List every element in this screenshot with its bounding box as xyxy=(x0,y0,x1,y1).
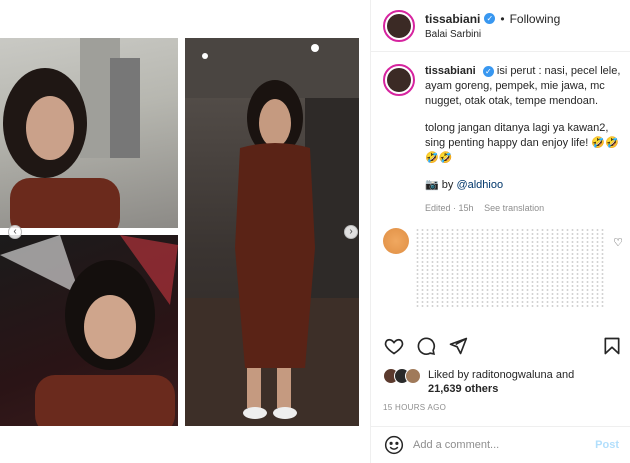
caption: tissabiani ✓ isi perut : nasi, pecel lel… xyxy=(383,64,623,216)
chevron-right-icon[interactable]: › xyxy=(344,225,358,239)
photo-full-body xyxy=(185,38,359,426)
likes-count-link[interactable]: 21,639 others xyxy=(428,383,498,395)
comment-icon[interactable] xyxy=(415,335,437,357)
comment-input[interactable] xyxy=(413,439,596,451)
verified-badge-icon: ✓ xyxy=(482,66,494,77)
photo-bottom-left xyxy=(0,235,178,426)
credit-mention-link[interactable]: @aldhioo xyxy=(456,179,503,191)
chevron-left-icon[interactable]: ‹ xyxy=(8,225,22,239)
post-timestamp: 15 HOURS AGO xyxy=(383,403,447,412)
comment-item: ♡ xyxy=(383,228,623,320)
liked-by-user-link[interactable]: raditonogwaluna and xyxy=(472,369,574,381)
share-icon[interactable] xyxy=(447,335,469,357)
add-comment-bar: Post xyxy=(371,426,630,463)
post-media[interactable]: ‹ › xyxy=(0,0,370,463)
caption-text-2: tolong jangan ditanya lagi ya kawan2, si… xyxy=(425,122,619,164)
liker-avatars[interactable] xyxy=(383,368,421,384)
likes-summary: Liked by raditonogwaluna and 21,639 othe… xyxy=(383,368,623,396)
caption-meta: Edited · 15h See translation xyxy=(425,201,623,216)
verified-badge-icon: ✓ xyxy=(484,13,496,24)
likes-prefix: Liked by xyxy=(428,369,469,381)
caption-avatar[interactable] xyxy=(383,64,415,96)
caption-paragraph-1: tissabiani ✓ isi perut : nasi, pecel lel… xyxy=(425,64,623,109)
credit-prefix: 📷 by xyxy=(425,179,454,191)
smiley-icon[interactable] xyxy=(383,434,405,456)
commenter-avatar[interactable] xyxy=(383,228,409,254)
following-button[interactable]: Following xyxy=(510,12,561,26)
avatar[interactable] xyxy=(383,9,415,42)
edited-time: Edited · 15h xyxy=(425,203,474,213)
post-button[interactable]: Post xyxy=(595,439,619,451)
photo-credit: 📷 by @aldhioo xyxy=(425,178,623,193)
action-bar xyxy=(383,334,623,358)
heart-icon[interactable]: ♡ xyxy=(613,236,623,249)
location-link[interactable]: Balai Sarbini xyxy=(425,29,560,40)
post-header: tissabiani ✓ • Following Balai Sarbini xyxy=(371,0,630,52)
post-sidebar: tissabiani ✓ • Following Balai Sarbini t… xyxy=(370,0,630,463)
username-link[interactable]: tissabiani xyxy=(425,12,480,26)
see-translation-link[interactable]: See translation xyxy=(484,203,544,213)
separator-dot: • xyxy=(500,11,505,26)
obscured-comment-text xyxy=(415,228,605,308)
caption-username[interactable]: tissabiani xyxy=(425,65,476,77)
heart-icon[interactable] xyxy=(383,335,405,357)
bookmark-icon[interactable] xyxy=(601,335,623,357)
photo-top-left xyxy=(0,38,178,228)
